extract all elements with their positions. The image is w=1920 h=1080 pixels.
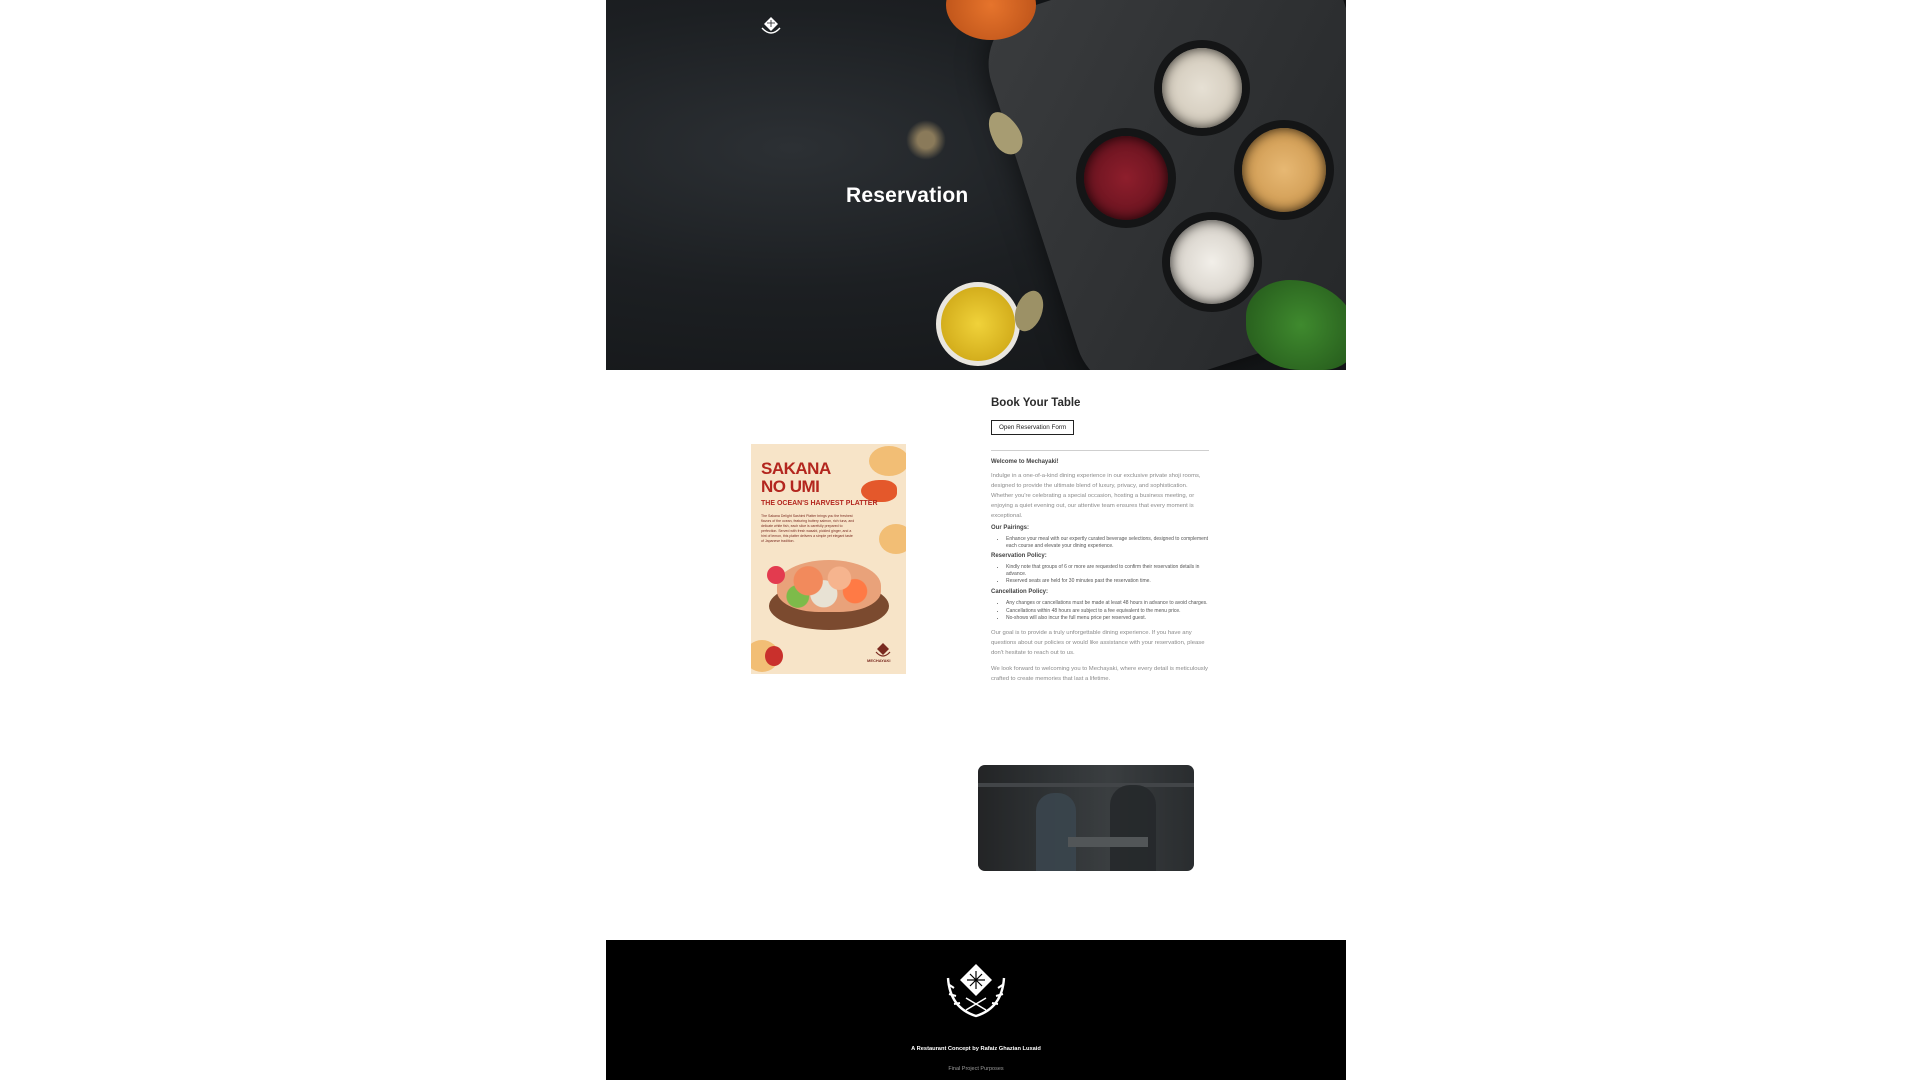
garlic-bowl-decoration <box>1162 212 1262 312</box>
reservation-policy-heading: Reservation Policy: <box>991 553 1047 560</box>
hero-banner: Reservation <box>606 0 1346 370</box>
oil-bowl-decoration <box>936 282 1020 366</box>
booking-section: Book Your Table Open Reservation Form We… <box>991 397 1209 684</box>
cancellation-policy-list: Any changes or cancellations must be mad… <box>991 600 1209 622</box>
intro-paragraph: Indulge in a one-of-a-kind dining experi… <box>991 473 1201 519</box>
daruma-illustration <box>765 646 783 666</box>
poster-brand: MECHAYAKI <box>867 658 891 663</box>
divider <box>991 450 1209 451</box>
pairings-heading: Our Pairings: <box>991 525 1030 531</box>
sashimi-illustration <box>777 560 881 612</box>
page: Reservation SAKANA NO UMI THE OCEAN'S HA… <box>606 0 1346 1080</box>
photo-overlay <box>978 765 1194 871</box>
list-item: Reserved seats are held for 30 minutes p… <box>1006 578 1209 585</box>
pairings-list: Enhance your meal with our expertly cura… <box>991 536 1209 549</box>
list-item: Cancellations within 48 hours are subjec… <box>1006 608 1209 615</box>
restaurant-logo-icon[interactable] <box>758 14 784 40</box>
section-title: Book Your Table <box>991 397 1081 409</box>
list-item: Kindly note that groups of 6 or more are… <box>1006 564 1209 577</box>
closing-paragraph: Our goal is to provide a truly unforgett… <box>991 629 1205 656</box>
cloud-ornament <box>879 524 906 554</box>
cancellation-policy-heading: Cancellation Policy: <box>991 588 1049 595</box>
menu-poster-image: SAKANA NO UMI THE OCEAN'S HARVEST PLATTE… <box>751 444 906 674</box>
poster-title: SAKANA NO UMI <box>761 460 831 496</box>
footer: A Restaurant Concept by Rafaiz Ghazian L… <box>606 940 1346 1080</box>
poster-description: The Sakana Delight Sashimi Platter bring… <box>761 514 855 543</box>
koi-fish-illustration <box>861 480 897 502</box>
page-title: Reservation <box>846 184 969 207</box>
footer-note: Final Project Purposes <box>948 1066 1004 1072</box>
restaurant-photo <box>978 765 1194 871</box>
spice-sprinkle-decoration <box>906 120 946 160</box>
open-reservation-form-button[interactable]: Open Reservation Form <box>991 420 1075 435</box>
pasta-bowl-decoration <box>1234 120 1334 220</box>
welcome-heading: Welcome to Mechayaki! <box>991 459 1059 465</box>
new-badge <box>767 566 785 584</box>
poster-title-line1: SAKANA <box>761 459 831 478</box>
footer-credit: A Restaurant Concept by Rafaiz Ghazian L… <box>911 1046 1041 1052</box>
list-item: Any changes or cancellations must be mad… <box>1006 600 1209 607</box>
poster-subtitle: THE OCEAN'S HARVEST PLATTER <box>761 500 878 507</box>
poster-title-line2: NO UMI <box>761 477 820 496</box>
footer-logo-icon <box>946 964 1006 1018</box>
basil-decoration <box>1246 280 1346 370</box>
list-item: No-shows will also incur the full menu p… <box>1006 615 1209 622</box>
closing-paragraph: We look forward to welcoming you to Mech… <box>991 665 1208 682</box>
reservation-policy-list: Kindly note that groups of 6 or more are… <box>991 564 1209 585</box>
cloud-ornament <box>869 446 906 476</box>
beans-bowl-decoration <box>1076 128 1176 228</box>
rice-bowl-decoration <box>1154 40 1250 136</box>
list-item: Enhance your meal with our expertly cura… <box>1006 536 1209 549</box>
